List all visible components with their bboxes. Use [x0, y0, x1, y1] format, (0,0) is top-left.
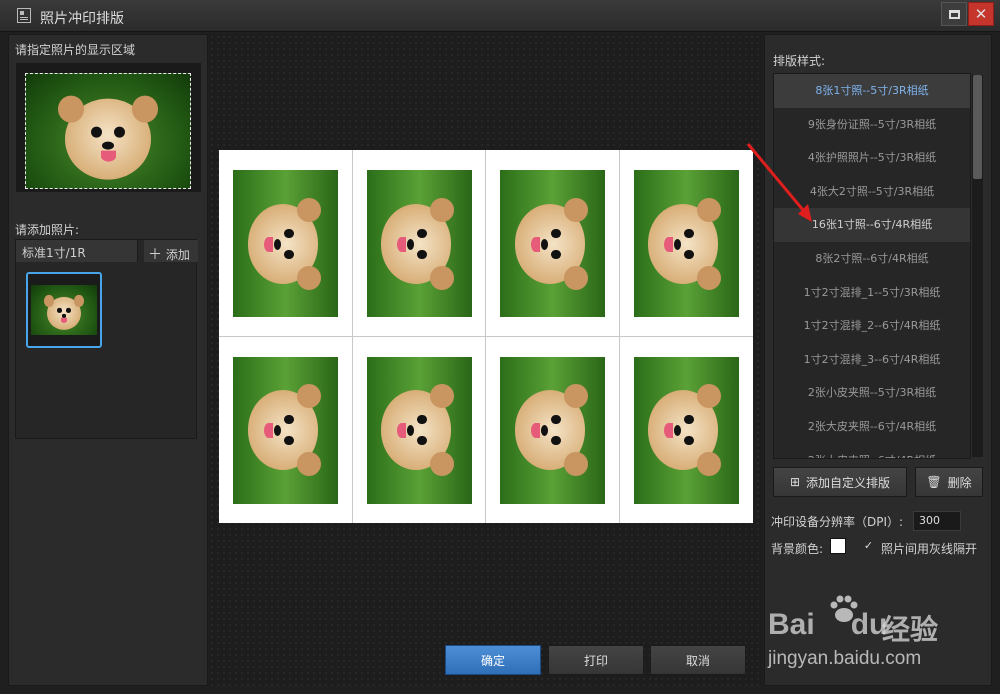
ok-button[interactable]: 确定	[445, 645, 541, 675]
layout-item[interactable]: 8张1寸照--5寸/3R相纸	[774, 74, 970, 108]
dpi-label: 冲印设备分辨率（DPI）:	[771, 515, 904, 529]
add-custom-layout-label: 添加自定义排版	[806, 475, 891, 490]
print-button[interactable]: 打印	[548, 645, 644, 675]
layout-item[interactable]: 9张身份证照--5寸/3R相纸	[774, 108, 970, 142]
print-photo	[366, 170, 472, 317]
add-layout-icon: ⊞	[789, 475, 801, 489]
delete-layout-button[interactable]: 🗑 删除	[915, 467, 983, 497]
print-photo	[233, 356, 338, 504]
maximize-button[interactable]	[941, 2, 967, 26]
layout-item[interactable]: 1寸2寸混排_2--6寸/4R相纸	[774, 309, 970, 343]
bg-color-label: 背景颜色:	[771, 542, 824, 556]
left-panel: 请指定照片的显示区域 请添加照片: 标准1寸/1R ＋ 添加	[8, 34, 208, 686]
cancel-button[interactable]: 取消	[650, 645, 746, 675]
print-cell	[486, 336, 620, 523]
print-paper-preview	[219, 150, 753, 523]
red-arrow-annotation	[746, 143, 812, 222]
separator-checkbox[interactable]: ✓	[862, 540, 875, 553]
scroll-thumb[interactable]	[973, 75, 982, 179]
right-panel: 排版样式: 8张1寸照--5寸/3R相纸 9张身份证照--5寸/3R相纸 4张护照照…	[764, 34, 992, 686]
add-photo-button-label: 添加	[165, 248, 190, 262]
print-cell	[352, 150, 486, 337]
baidu-jingyan-watermark: Bai du 经验 jingyan.baidu.com	[762, 590, 992, 686]
print-photo	[633, 356, 739, 504]
watermark-url: jingyan.baidu.com	[768, 648, 922, 669]
print-photo	[500, 356, 605, 504]
layout-item[interactable]: 1寸2寸混排_3--6寸/4R相纸	[774, 343, 970, 377]
print-photo	[633, 170, 739, 317]
separator-label: 照片间用灰线隔开	[881, 542, 978, 556]
delete-layout-label: 删除	[947, 475, 972, 490]
watermark-suffix: 经验	[882, 613, 939, 646]
bg-color-swatch[interactable]	[830, 538, 846, 554]
add-photo-label: 请添加照片:	[15, 223, 80, 237]
add-photo-button[interactable]: ＋ 添加	[144, 240, 198, 263]
print-cell	[620, 337, 754, 524]
crop-photo[interactable]	[25, 73, 191, 189]
window-title: 照片冲印排版	[40, 11, 124, 27]
layout-list: 8张1寸照--5寸/3R相纸 9张身份证照--5寸/3R相纸 4张护照照片--5寸/…	[773, 73, 971, 459]
photo-thumbnail[interactable]	[26, 272, 102, 348]
layout-item[interactable]: 8张2寸照--6寸/4R相纸	[774, 242, 970, 276]
display-area-label: 请指定照片的显示区域	[15, 43, 136, 57]
dpi-input[interactable]: 300	[913, 511, 961, 531]
plus-icon: ＋	[148, 247, 162, 263]
print-photo	[500, 170, 605, 317]
paw-icon	[830, 595, 858, 622]
add-custom-layout-button[interactable]: ⊞ 添加自定义排版	[773, 467, 907, 497]
layout-item[interactable]: 2张大皮夹照--6寸/4R相纸	[774, 410, 970, 444]
layout-scrollbar[interactable]	[972, 75, 983, 457]
preview-area: 确定 打印 取消	[209, 34, 762, 686]
layout-item[interactable]: 2张大皮夹照--6寸/4R相纸	[774, 444, 970, 458]
layout-item[interactable]: 1寸2寸混排_1--5寸/3R相纸	[774, 276, 970, 310]
crop-area[interactable]	[16, 63, 201, 192]
print-photo	[233, 170, 338, 317]
print-cell	[486, 150, 620, 337]
layout-icon	[17, 8, 31, 23]
layout-style-label: 排版样式:	[773, 54, 826, 68]
layout-item[interactable]: 2张小皮夹照--5寸/3R相纸	[774, 376, 970, 410]
print-cell	[219, 150, 353, 337]
print-cell	[619, 150, 753, 337]
maximize-icon	[948, 9, 960, 19]
title-bar: 照片冲印排版 ✕	[0, 0, 1000, 32]
tab-standard-size[interactable]: 标准1寸/1R	[16, 240, 138, 262]
close-button[interactable]: ✕	[968, 2, 994, 26]
photo-list: 标准1寸/1R ＋ 添加	[15, 239, 198, 439]
print-cell	[219, 336, 353, 523]
print-photo	[366, 356, 472, 504]
print-cell	[353, 336, 486, 523]
trash-icon: 🗑	[926, 475, 942, 489]
close-icon: ✕	[974, 5, 988, 23]
